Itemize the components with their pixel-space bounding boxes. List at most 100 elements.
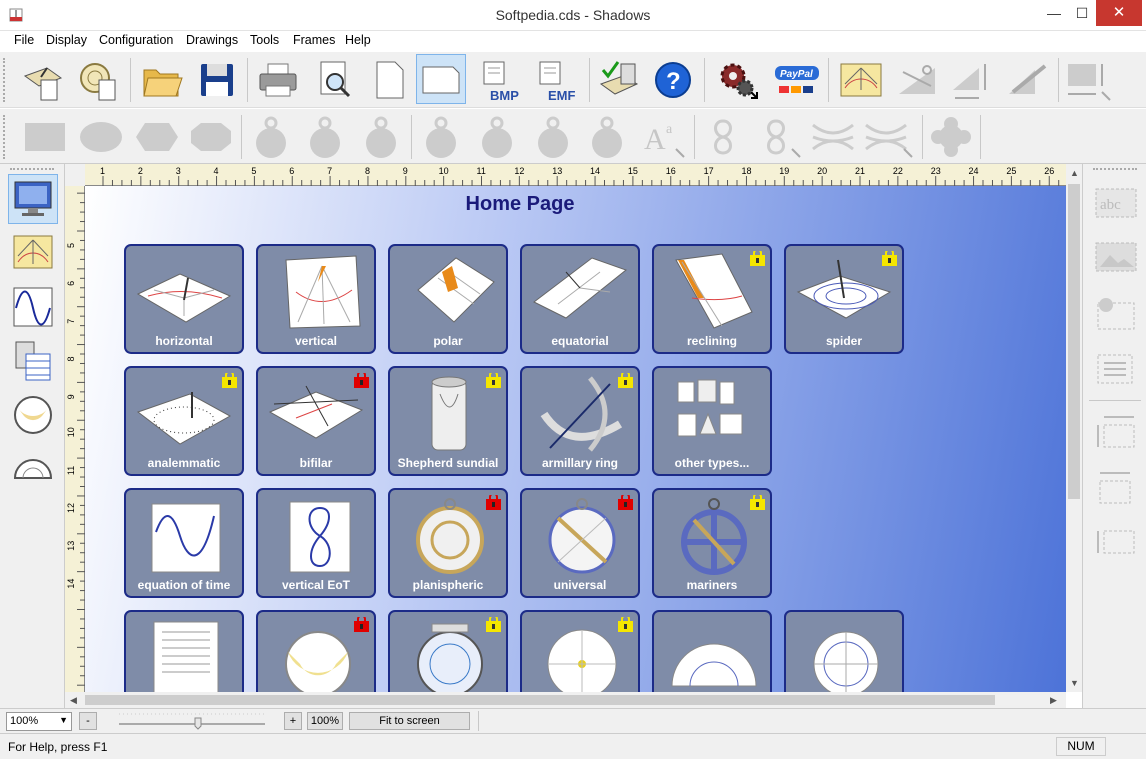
vertical-scroll-thumb[interactable] [1068, 184, 1080, 499]
zoom-select[interactable]: 100% ▼ [6, 712, 72, 731]
tile-nocturnal[interactable] [520, 610, 640, 692]
calculate-button[interactable] [594, 55, 644, 105]
toolbar-grip[interactable] [3, 115, 6, 159]
ring-shape-5-button[interactable] [472, 112, 522, 162]
declination-lines-2-button[interactable] [864, 112, 914, 162]
tile-mariners[interactable]: mariners [652, 488, 772, 598]
svg-text:a: a [666, 122, 673, 137]
tile-quadrant[interactable] [784, 610, 904, 692]
page-setup-button[interactable] [364, 55, 414, 105]
tile-polar[interactable]: polar [388, 244, 508, 354]
landscape-page-button[interactable] [416, 54, 466, 104]
angle-tool-button[interactable] [946, 55, 996, 105]
panel-grip[interactable] [1093, 168, 1137, 171]
analemma-1-button[interactable] [698, 112, 748, 162]
horizontal-scrollbar[interactable]: ◀ ▶ [65, 692, 1066, 708]
tile-equatorial[interactable]: equatorial [520, 244, 640, 354]
zoom-slider[interactable] [115, 712, 270, 730]
new-sundial-button[interactable] [18, 55, 68, 105]
shape-octagon-button[interactable] [186, 112, 236, 162]
image-tool-button[interactable] [1091, 232, 1141, 282]
shape-hexagon-button[interactable] [132, 112, 182, 162]
tile-horizontal[interactable]: horizontal [124, 244, 244, 354]
tile-vertical[interactable]: vertical [256, 244, 376, 354]
flower-shape-button[interactable] [926, 112, 976, 162]
panel-grip[interactable] [10, 168, 54, 171]
menu-frames[interactable]: Frames [293, 33, 335, 47]
scroll-right-arrow[interactable]: ▶ [1050, 695, 1057, 706]
ring-shape-2-button[interactable] [300, 112, 350, 162]
scroll-down-arrow[interactable]: ▼ [1070, 678, 1079, 688]
sundial-drawing-view-button[interactable] [8, 228, 58, 278]
tile-protractor[interactable] [652, 610, 772, 692]
list-insert-tool-button[interactable] [1091, 344, 1141, 394]
shape-ellipse-button[interactable] [76, 112, 126, 162]
shape-insert-tool-button[interactable] [1091, 288, 1141, 338]
open-button[interactable] [137, 55, 187, 105]
tile-armillary-ring[interactable]: armillary ring [520, 366, 640, 476]
declination-lines-1-button[interactable] [808, 112, 858, 162]
export-emf-button[interactable]: EMF [536, 55, 586, 105]
fit-to-screen-button[interactable]: Fit to screen [349, 712, 470, 730]
sundial-view-button[interactable] [836, 55, 886, 105]
tile-vertical-eot[interactable]: vertical EoT [256, 488, 376, 598]
minimize-button[interactable]: — [1040, 0, 1068, 26]
zoom-reset-button[interactable]: 100% [307, 712, 343, 730]
menu-file[interactable]: File [14, 33, 34, 47]
menu-tools[interactable]: Tools [250, 33, 279, 47]
tile-analemmatic[interactable]: analemmatic [124, 366, 244, 476]
paypal-donate-button[interactable]: PayPal [772, 55, 822, 105]
tile-universal[interactable]: universal [520, 488, 640, 598]
ring-shape-7-button[interactable] [582, 112, 632, 162]
horizontal-scroll-thumb[interactable] [85, 695, 995, 705]
settings-button[interactable] [712, 55, 762, 105]
menu-configuration[interactable]: Configuration [99, 33, 173, 47]
cut-tool-button[interactable] [892, 55, 942, 105]
cylinder-dial-view-button[interactable] [8, 390, 58, 440]
table-view-button[interactable] [8, 336, 58, 386]
distribute-frames-button[interactable] [1091, 518, 1141, 568]
font-size-button[interactable]: Aa [638, 112, 688, 162]
tile-other-types[interactable]: other types... [652, 366, 772, 476]
tile-table-report[interactable] [124, 610, 244, 692]
protractor-view-button[interactable] [8, 444, 58, 494]
graph-view-button[interactable] [8, 282, 58, 332]
align-frames-button[interactable] [1091, 406, 1141, 456]
text-tool-button[interactable]: abc [1091, 178, 1141, 228]
tile-reclining[interactable]: reclining [652, 244, 772, 354]
close-button[interactable]: ✕ [1096, 0, 1142, 26]
save-button[interactable] [192, 55, 242, 105]
scroll-up-arrow[interactable]: ▲ [1070, 168, 1079, 178]
shape-rectangle-button[interactable] [20, 112, 70, 162]
print-button[interactable] [253, 55, 303, 105]
zoom-in-button[interactable]: + [284, 712, 302, 730]
tile-shepherd-sundial[interactable]: Shepherd sundial [388, 366, 508, 476]
vertical-scrollbar[interactable]: ▲ ▼ [1066, 164, 1082, 692]
export-bmp-button[interactable]: BMP [478, 55, 528, 105]
print-preview-button[interactable] [310, 55, 360, 105]
menu-display[interactable]: Display [46, 33, 87, 47]
menu-help[interactable]: Help [345, 33, 371, 47]
analemma-2-button[interactable] [754, 112, 804, 162]
tile-planispheric[interactable]: planispheric [388, 488, 508, 598]
tile-star-chart[interactable] [388, 610, 508, 692]
ring-shape-3-button[interactable] [356, 112, 406, 162]
home-page-view-button[interactable] [8, 174, 58, 224]
ring-shape-4-button[interactable] [416, 112, 466, 162]
ring-shape-6-button[interactable] [528, 112, 578, 162]
ring-shape-1-button[interactable] [246, 112, 296, 162]
tile-spider[interactable]: spider [784, 244, 904, 354]
zoom-out-button[interactable]: - [79, 712, 97, 730]
tile-cylinder-dial[interactable] [256, 610, 376, 692]
toolbar-grip[interactable] [3, 58, 6, 102]
edit-tool-button[interactable] [1002, 55, 1052, 105]
resize-frames-button[interactable] [1091, 462, 1141, 512]
menu-drawings[interactable]: Drawings [186, 33, 238, 47]
help-button[interactable]: ? [648, 55, 698, 105]
tile-bifilar[interactable]: bifilar [256, 366, 376, 476]
tile-equation-of-time[interactable]: equation of time [124, 488, 244, 598]
maximize-button[interactable]: ☐ [1068, 0, 1096, 26]
new-astrolabe-button[interactable] [74, 55, 124, 105]
scroll-left-arrow[interactable]: ◀ [70, 695, 77, 706]
resize-tool-button[interactable] [1064, 55, 1114, 105]
